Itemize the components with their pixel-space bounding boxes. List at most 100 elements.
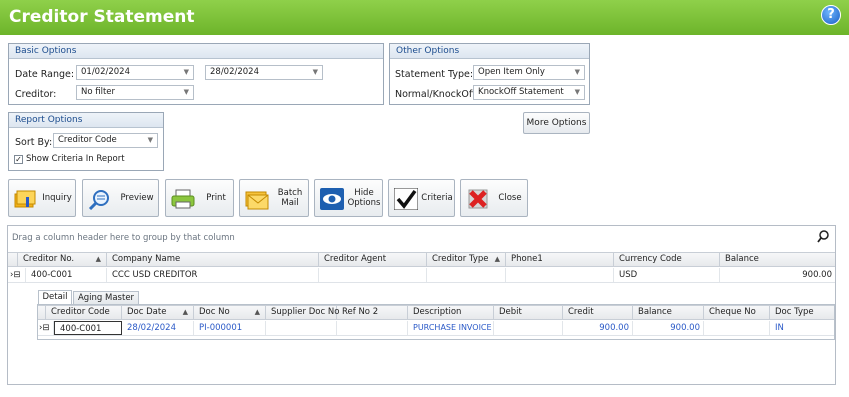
more-options-button[interactable]: More Options (523, 112, 590, 134)
chevron-down-icon[interactable]: ▼ (313, 66, 318, 79)
col-company-name[interactable]: Company Name (107, 253, 319, 266)
col-creditor-code[interactable]: Creditor Code (46, 306, 122, 319)
normal-knockoff-label: Normal/KnockOff: (395, 89, 479, 100)
table-row[interactable]: ›⊟ 400-C001 CCC USD CREDITOR USD 900.00 (8, 268, 835, 283)
cell-currency-code: USD (614, 268, 720, 282)
checkmark-icon (394, 188, 418, 210)
cell-creditor-no: 400-C001 (26, 268, 107, 282)
hide-options-label-line2: Options (347, 198, 381, 208)
cell-cheque-no (704, 321, 770, 335)
title-bar: Creditor Statement ? (0, 0, 849, 35)
col-doc-date[interactable]: Doc Date ▲ (122, 306, 194, 319)
group-by-hint: Drag a column header here to group by th… (12, 233, 235, 243)
date-to-value: 28/02/2024 (210, 67, 259, 77)
sort-by-select[interactable]: Creditor Code ▼ (53, 133, 158, 148)
sort-asc-icon: ▲ (182, 308, 188, 316)
col-creditor-no[interactable]: Creditor No. ▲ (18, 253, 107, 266)
print-label: Print (206, 193, 226, 203)
close-button[interactable]: Close (460, 179, 528, 217)
cell-supplier-doc-no (266, 321, 337, 335)
batch-mail-label: Batch Mail (272, 180, 308, 216)
cell-ref-no-2 (337, 321, 408, 335)
sort-asc-icon: ▲ (494, 255, 500, 263)
other-options-header: Other Options (390, 44, 589, 59)
col-doc-date-label: Doc Date (127, 307, 167, 317)
print-button[interactable]: Print (165, 179, 234, 217)
date-from-field[interactable]: 01/02/2024 ▼ (76, 65, 194, 80)
col-cheque-no[interactable]: Cheque No (704, 306, 770, 319)
col-debit[interactable]: Debit (494, 306, 563, 319)
col-expand (8, 253, 18, 266)
report-options-group: Report Options Sort By: Creditor Code ▼ … (8, 112, 164, 171)
row-expand-icon[interactable]: ›⊟ (8, 268, 26, 282)
tab-detail[interactable]: Detail (38, 290, 72, 305)
date-range-label: Date Range: (15, 69, 75, 80)
chevron-down-icon[interactable]: ▼ (184, 66, 189, 79)
col-ref-no-2[interactable]: Ref No 2 (337, 306, 408, 319)
cell-company-name: CCC USD CREDITOR (107, 268, 319, 282)
show-criteria-checkbox[interactable]: ✓ (14, 155, 23, 164)
preview-button[interactable]: Preview (82, 179, 159, 217)
chevron-down-icon[interactable]: ▼ (148, 134, 153, 147)
inquiry-label: Inquiry (42, 193, 72, 203)
cell-credit: 900.00 (563, 321, 633, 335)
col-description[interactable]: Description (408, 306, 494, 319)
cell-creditor-code: 400-C001 (54, 321, 122, 335)
col-detail-expand (38, 306, 46, 319)
col-credit[interactable]: Credit (563, 306, 633, 319)
printer-icon (171, 189, 195, 209)
col-creditor-no-label: Creditor No. (23, 254, 75, 264)
col-supplier-doc-no[interactable]: Supplier Doc No (266, 306, 339, 319)
creditor-select[interactable]: No filter ▼ (76, 85, 194, 100)
col-currency-code[interactable]: Currency Code (614, 253, 720, 266)
chevron-down-icon[interactable]: ▼ (184, 86, 189, 99)
detail-header-row: Creditor Code Doc Date ▲ Doc No ▲ Suppli… (38, 305, 834, 320)
report-options-header: Report Options (9, 113, 163, 128)
page-title: Creditor Statement (9, 7, 195, 27)
criteria-button[interactable]: Criteria (388, 179, 455, 217)
sort-asc-icon: ▲ (95, 255, 101, 263)
chevron-down-icon[interactable]: ▼ (575, 66, 580, 79)
search-icon[interactable] (817, 230, 829, 243)
cell-doc-type: IN (775, 323, 784, 333)
magnifier-icon (88, 190, 109, 210)
help-icon[interactable]: ? (821, 5, 841, 25)
cell-doc-no: PI-000001 (194, 321, 266, 335)
cell-description: PURCHASE INVOICE (408, 321, 494, 335)
inquiry-icon (14, 190, 36, 208)
hide-options-label: Hide Options (346, 180, 382, 216)
col-phone1[interactable]: Phone1 (506, 253, 614, 266)
creditor-select-value: No filter (81, 87, 116, 97)
col-doc-no-label: Doc No (199, 307, 230, 317)
chevron-down-icon[interactable]: ▼ (575, 86, 580, 99)
date-to-field[interactable]: 28/02/2024 ▼ (205, 65, 323, 80)
batch-mail-label-line2: Mail (281, 198, 299, 208)
normal-knockoff-select[interactable]: KnockOff Statement ▼ (473, 85, 585, 100)
batch-mail-label-line1: Batch (277, 188, 303, 198)
normal-knockoff-value: KnockOff Statement (478, 87, 564, 97)
statement-type-label: Statement Type: (395, 69, 474, 80)
cell-creditor-type (427, 268, 506, 282)
sort-asc-icon: ▲ (254, 308, 260, 316)
table-row[interactable]: ›⊟ 400-C001 28/02/2024 PI-000001 PURCHAS… (38, 321, 834, 336)
mail-icon (245, 191, 269, 210)
criteria-label: Criteria (421, 193, 453, 203)
cell-creditor-agent (319, 268, 427, 282)
inquiry-button[interactable]: Inquiry (8, 179, 76, 217)
sort-by-value: Creditor Code (58, 135, 117, 145)
col-doc-type[interactable]: Doc Type (770, 306, 834, 319)
col-detail-balance[interactable]: Balance (633, 306, 704, 319)
hide-options-button[interactable]: Hide Options (314, 179, 383, 217)
col-creditor-agent[interactable]: Creditor Agent (319, 253, 427, 266)
col-creditor-type[interactable]: Creditor Type ▲ (427, 253, 506, 266)
tab-aging-master[interactable]: Aging Master (73, 291, 139, 305)
detail-row-expand-icon[interactable]: ›⊟ (38, 321, 54, 335)
cell-doc-date: 28/02/2024 (122, 321, 194, 335)
col-doc-no[interactable]: Doc No ▲ (194, 306, 266, 319)
col-balance[interactable]: Balance (720, 253, 835, 266)
batch-mail-button[interactable]: Batch Mail (239, 179, 309, 217)
eye-icon (320, 188, 344, 210)
statement-type-select[interactable]: Open Item Only ▼ (473, 65, 585, 80)
creditor-label: Creditor: (15, 89, 57, 100)
col-creditor-type-label: Creditor Type (432, 254, 489, 264)
